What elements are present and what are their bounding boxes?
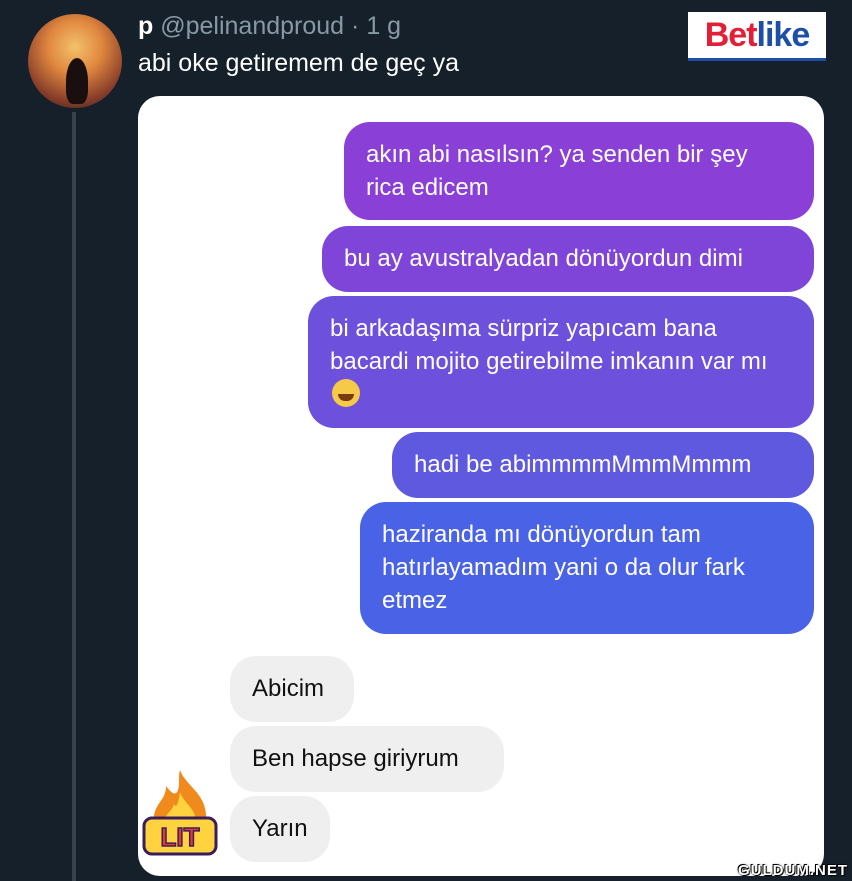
chat-screenshot-card[interactable]: akın abi nasılsın? ya senden bir şey ric… [138, 96, 824, 876]
display-name[interactable]: p [138, 12, 153, 40]
watermark: GULDUM.NET [738, 862, 848, 879]
received-message: Ben hapse giriyrum [230, 726, 504, 792]
message-text: akın abi nasılsın? ya senden bir şey ric… [366, 141, 748, 201]
profile-avatar[interactable] [28, 14, 122, 108]
received-message: Yarın [230, 796, 330, 862]
message-text: Yarın [252, 815, 308, 842]
lit-text: LIT [161, 822, 200, 852]
message-text: bu ay avustralyadan dönüyordun dimi [344, 245, 743, 272]
sent-message: akın abi nasılsın? ya senden bir şey ric… [344, 122, 814, 220]
tweet-text: abi oke getiremem de geç ya [138, 49, 460, 77]
message-text: hadi be abimmmmMmmMmmm [414, 451, 752, 478]
thread-line [72, 112, 76, 881]
sent-message: bu ay avustralyadan dönüyordun dimi [322, 226, 814, 292]
brand-logo-part2: like [756, 15, 811, 54]
received-message: Abicim [230, 656, 354, 722]
tweet-time[interactable]: · 1 g [351, 12, 401, 40]
brand-logo-part1: Bet [704, 15, 758, 54]
sent-message: bi arkadaşıma sürpriz yapıcam bana bacar… [308, 296, 814, 428]
message-text: bi arkadaşıma sürpriz yapıcam bana bacar… [330, 315, 768, 375]
message-text: Abicim [252, 675, 325, 702]
avatar-silhouette [66, 58, 88, 104]
brand-logo: Bet like [688, 12, 826, 61]
message-text: Ben hapse giriyrum [252, 745, 459, 772]
tweet-header: p @pelinandproud · 1 g [138, 10, 401, 42]
user-handle[interactable]: @pelinandproud [160, 12, 344, 40]
sent-message: hadi be abimmmmMmmMmmm [392, 432, 814, 498]
grinning-sweat-emoji-icon [332, 379, 360, 407]
sent-message: haziranda mı dönüyordun tam hatırlayamad… [360, 502, 814, 634]
message-text: haziranda mı dönüyordun tam hatırlayamad… [382, 521, 745, 614]
lit-fire-sticker: LIT [142, 770, 218, 856]
